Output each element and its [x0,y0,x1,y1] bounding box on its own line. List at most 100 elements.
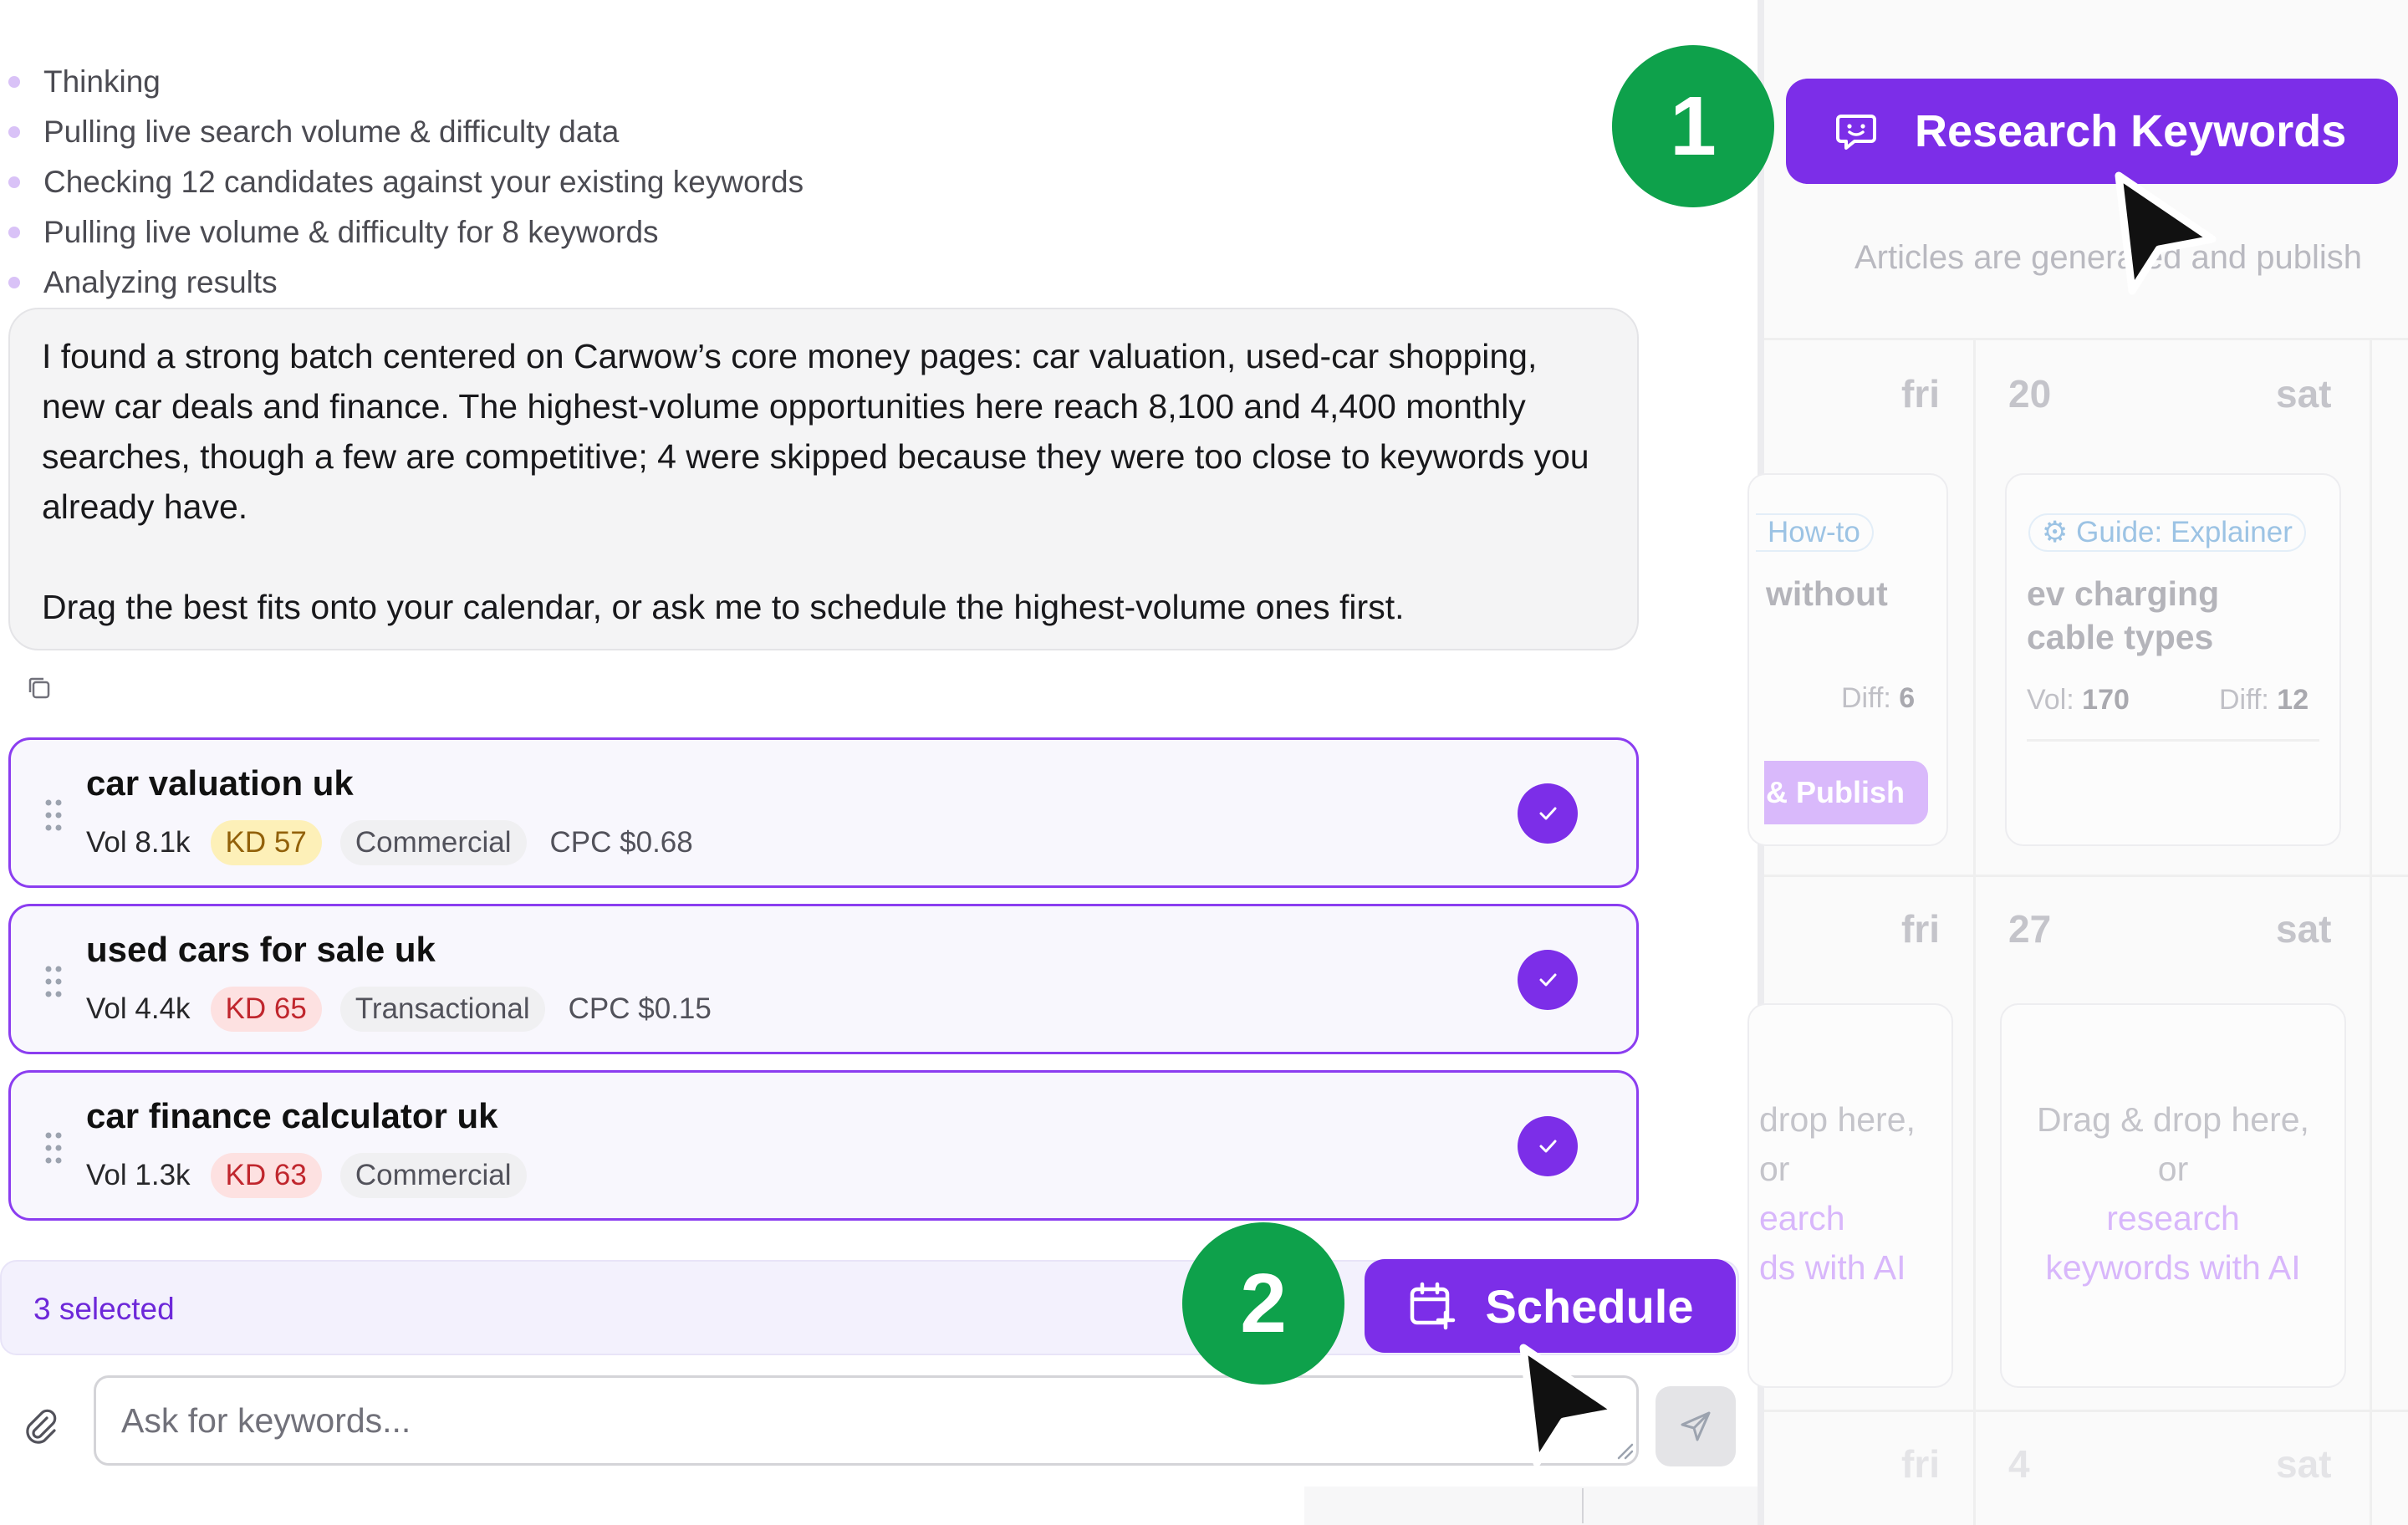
message-paragraph: I found a strong batch centered on Carwo… [42,337,1589,526]
cpc-value: CPC $0.68 [549,826,693,859]
calendar-add-icon [1410,1282,1455,1330]
diff-value: 6 [1899,682,1916,714]
diff-label: Diff: [2219,684,2269,716]
step-item: Checking 12 candidates against your exis… [8,157,804,207]
volume-value: Vol 8.1k [86,826,191,859]
kd-badge: KD 57 [210,820,322,865]
day-label: sat [2276,1442,2332,1486]
article-title: without [1766,574,1888,613]
paperclip-icon[interactable] [20,1406,60,1446]
drag-handle-icon[interactable] [44,965,63,998]
drop-zone-text: Drag & drop here, or research keywords w… [2000,1095,2346,1293]
keyword-title: car valuation uk [86,763,354,803]
diff-label: Diff: [1841,682,1891,714]
copy-icon[interactable] [25,674,54,702]
day-label: fri [1901,372,1940,416]
article-volume: Vol: 170 [2027,684,2130,717]
vol-label: Vol: [2027,684,2074,716]
grid-line [1973,338,1976,1525]
bullet-dot [8,277,20,288]
kd-badge: KD 63 [210,1153,322,1198]
keyword-title: car finance calculator uk [86,1096,498,1135]
check-icon [1539,973,1557,987]
intent-badge: Commercial [339,820,527,865]
step-item: Thinking [8,57,804,107]
keyword-card[interactable]: car finance calculator uk Vol 1.3k KD 63… [8,1070,1639,1221]
grid-line [2370,338,2372,1525]
step-label: Pulling live search volume & difficulty … [43,115,620,149]
drop-line: or [2157,1150,2189,1188]
keyword-chat-input[interactable] [94,1375,1639,1466]
selected-checkbox[interactable] [1518,783,1578,844]
drag-handle-icon[interactable] [44,798,63,832]
research-keywords-link[interactable]: keywords with AI [2000,1243,2346,1293]
bullet-dot [8,227,20,238]
research-keywords-link[interactable]: research [2000,1194,2346,1243]
title-line: cable types [2027,618,2214,656]
grid-line [1764,875,2408,877]
thinking-steps: Thinking Pulling live search volume & di… [8,57,804,308]
article-difficulty: Diff: 6 [1841,682,1915,715]
step-label: Checking 12 candidates against your exis… [43,165,804,199]
mouse-pointer-icon [1519,1344,1621,1467]
date-number: 27 [2008,907,2052,951]
day-label: sat [2276,372,2332,416]
article-type-tag: How-to [1756,513,1874,552]
step-label: Pulling live volume & difficulty for 8 k… [43,215,659,249]
selected-checkbox[interactable] [1518,950,1578,1010]
send-button[interactable] [1656,1386,1736,1466]
kd-badge: KD 65 [210,987,322,1032]
research-keywords-link[interactable]: ds with AI [1759,1243,1916,1293]
day-label: fri [1901,1442,1940,1486]
drop-zone-text: drop here, or earch ds with AI [1759,1095,1916,1293]
gear-icon: ⚙ [2042,516,2069,548]
keyword-card[interactable]: used cars for sale uk Vol 4.4k KD 65 Tra… [8,904,1639,1054]
drag-handle-icon[interactable] [44,1131,63,1165]
step-item: Analyzing results [8,258,804,308]
intent-badge: Transactional [339,987,545,1032]
step-item: Pulling live search volume & difficulty … [8,107,804,157]
keyword-card[interactable]: car valuation uk Vol 8.1k KD 57 Commerci… [8,737,1639,888]
cpc-value: CPC $0.15 [568,992,712,1025]
grid-line [1764,338,2408,340]
tag-label: Guide: Explainer [2076,516,2293,548]
selected-count: 3 selected [33,1292,175,1326]
title-line: ev charging [2027,574,2220,613]
bullet-dot [8,76,20,88]
step-badge-1: 1 [1612,45,1774,207]
selected-checkbox[interactable] [1518,1116,1578,1176]
vol-value: 170 [2082,684,2130,716]
message-paragraph: Drag the best fits onto your calendar, o… [42,588,1405,626]
step-label: Thinking [43,64,161,99]
research-keywords-button[interactable]: Research Keywords [1786,79,2398,184]
check-icon [1539,807,1557,820]
article-title: ev charging cable types [2027,572,2219,659]
schedule-label: Schedule [1485,1279,1694,1333]
research-keywords-label: Research Keywords [1915,106,2347,156]
grid-line [1764,1410,2408,1412]
step-label: Analyzing results [43,265,278,299]
send-icon [1681,1411,1711,1441]
date-number: 20 [2008,372,2052,416]
bullet-dot [8,176,20,188]
date-number: 4 [2008,1442,2030,1486]
drop-line: Drag & drop here, [2037,1100,2309,1139]
keyword-title: used cars for sale uk [86,930,436,969]
assistant-message: I found a strong batch centered on Carwo… [8,308,1639,650]
article-type-tag: ⚙ Guide: Explainer [2028,513,2306,552]
drop-line: or [1759,1150,1790,1188]
chat-bubble-icon [1836,115,1876,150]
research-keywords-link[interactable]: earch [1759,1194,1916,1243]
card-divider [2027,739,2319,742]
day-label: fri [1901,907,1940,951]
intent-badge: Commercial [339,1153,527,1198]
footer-divider [1582,1488,1584,1523]
keyword-meta: Vol 1.3k KD 63 Commercial [86,1153,545,1198]
keyword-meta: Vol 8.1k KD 57 Commercial CPC $0.68 [86,820,693,865]
keyword-meta: Vol 4.4k KD 65 Transactional CPC $0.15 [86,987,712,1032]
step-badge-2: 2 [1182,1222,1344,1385]
publish-button[interactable]: & Publish [1764,761,1928,824]
bullet-dot [8,126,20,138]
volume-value: Vol 1.3k [86,1159,191,1191]
drop-line: drop here, [1759,1100,1916,1139]
